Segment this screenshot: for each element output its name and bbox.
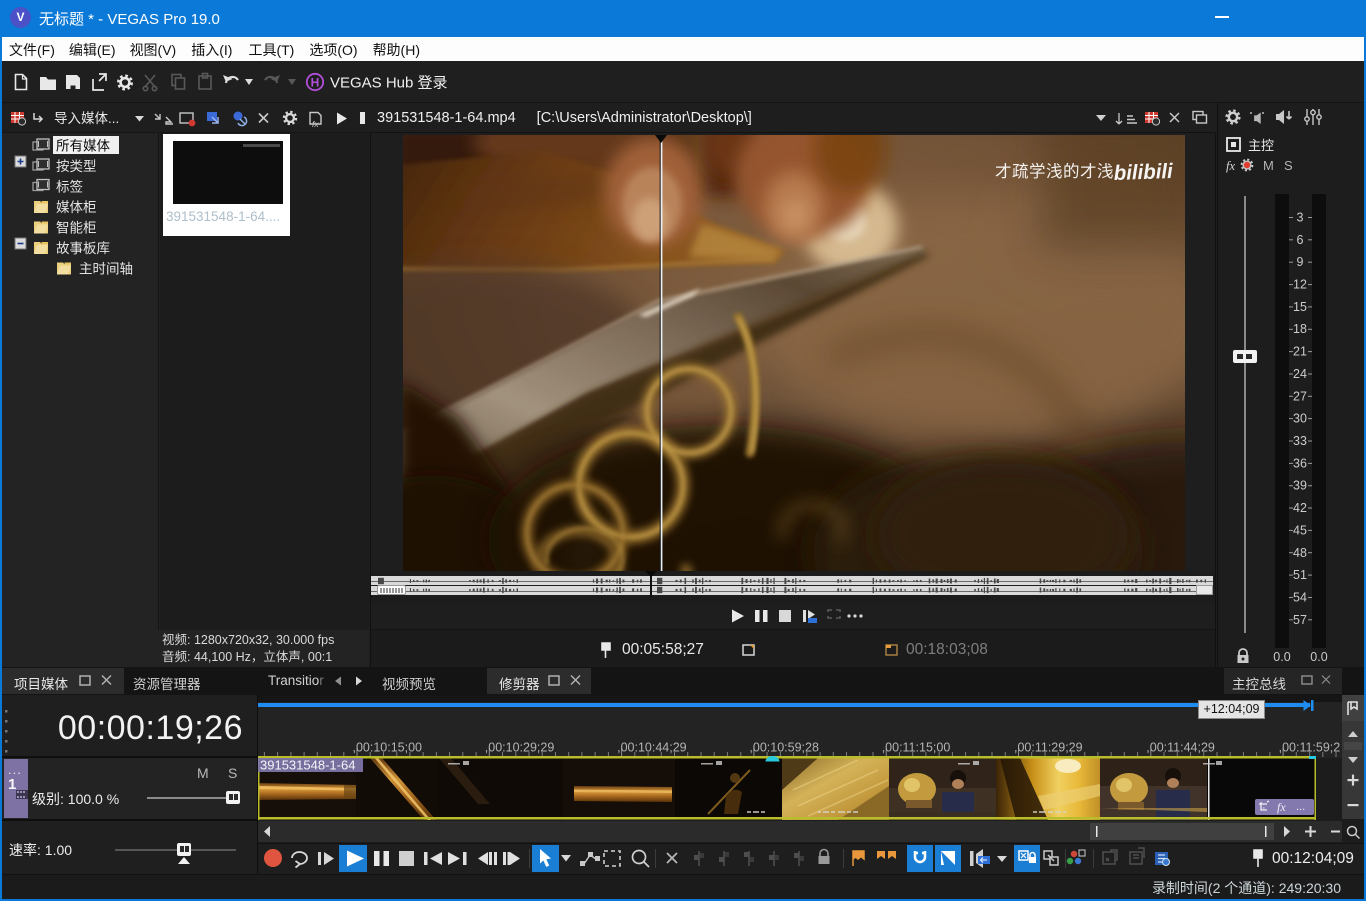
svg-text:,00:10:29;29: ,00:10:29;29 [485, 741, 555, 755]
svg-text:,00:11:15;00: ,00:11:15;00 [882, 741, 951, 755]
svg-text:,00:11:44;29: ,00:11:44;29 [1146, 741, 1215, 755]
svg-text:,00:10:15;00: ,00:10:15;00 [353, 741, 423, 755]
svg-text:,00:11:29;29: ,00:11:29;29 [1014, 741, 1083, 755]
svg-text:,00:11:59;2: ,00:11:59;2 [1279, 741, 1341, 755]
svg-text:fx: fx [1277, 800, 1286, 814]
svg-text:,00:10:59;28: ,00:10:59;28 [749, 741, 819, 755]
svg-text:,00:10:44;29: ,00:10:44;29 [617, 741, 687, 755]
svg-text:391531548-1-64: 391531548-1-64 [260, 758, 355, 773]
svg-text:...: ... [1296, 801, 1305, 813]
